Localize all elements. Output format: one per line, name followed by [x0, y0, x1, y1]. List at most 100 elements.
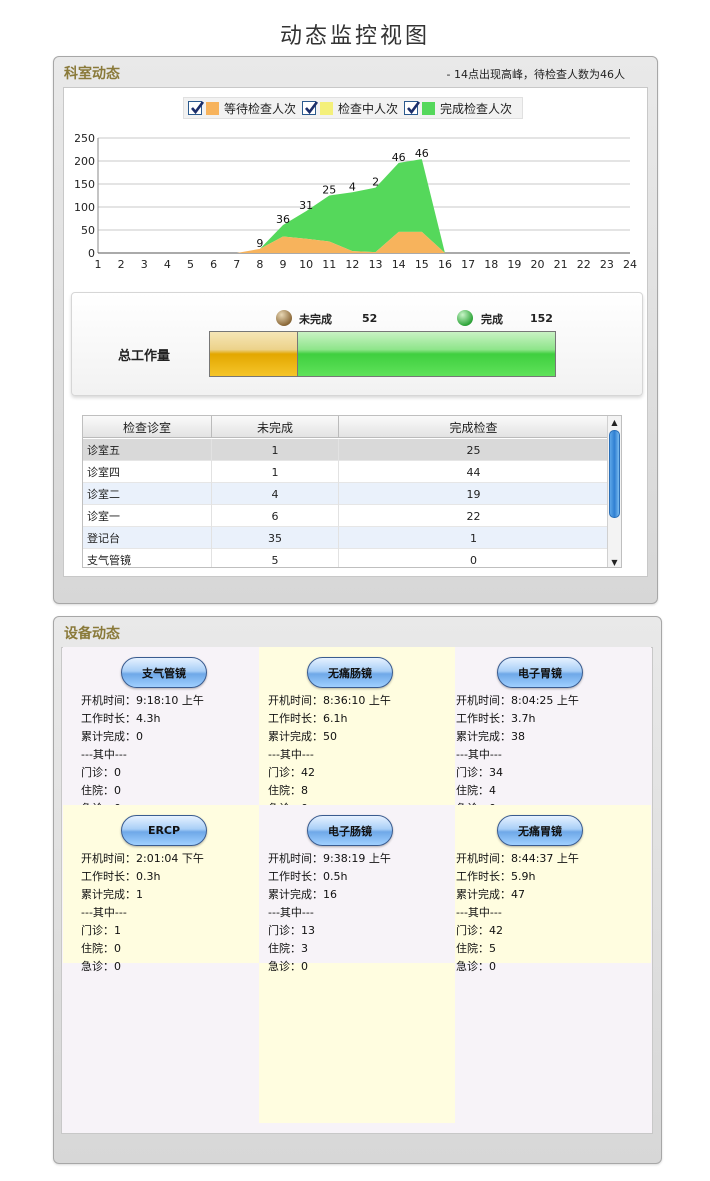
x-tick-label: 2 — [118, 258, 125, 271]
legend-swatch — [422, 101, 436, 115]
work-duration: 工作时长：5.9h — [456, 870, 536, 883]
complete-value: 152 — [530, 312, 553, 325]
y-tick-label: 250 — [75, 132, 95, 145]
scroll-down-arrow-icon[interactable]: ▼ — [608, 556, 621, 567]
device-button[interactable]: 无痛胃镜 — [497, 815, 583, 846]
table-scrollbar[interactable]: ▲ ▼ — [607, 416, 621, 567]
table-row[interactable]: 诊室一 6 22 — [83, 505, 609, 527]
device-button[interactable]: 支气管镜 — [121, 657, 207, 688]
dept-panel-footer — [54, 585, 657, 603]
cell-completed: 1 — [339, 527, 609, 549]
table-header: 检查诊室 未完成 完成检查 — [83, 416, 609, 438]
device-panel-header: 设备动态 — [54, 617, 661, 647]
x-tick-label: 8 — [256, 258, 263, 271]
legend-swatch — [206, 101, 219, 115]
device-card: 无痛胃镜 开机时间：8:44:37 上午 工作时长：5.9h 累计完成：47 -… — [455, 805, 651, 973]
chart-legend: 等待检查人次 检查中人次 完成检查人次 — [183, 97, 524, 119]
device-card: ERCP 开机时间：2:01:04 下午 工作时长：0.3h 累计完成：1 --… — [63, 805, 259, 973]
dept-panel-title: 科室动态 — [64, 66, 120, 82]
total-completed: 累计完成：38 — [456, 730, 525, 743]
incomplete-indicator-icon — [276, 310, 292, 326]
dept-panel-header: 科室动态 - 14点出现高峰，待检查人数为46人 — [54, 57, 657, 87]
legend-item-waiting[interactable]: 等待检查人次 — [188, 100, 296, 117]
data-label: 46 — [392, 151, 406, 164]
device-button[interactable]: 电子肠镜 — [307, 815, 393, 846]
emergency-count: 急诊：0 — [456, 960, 496, 973]
device-grid: 支气管镜 开机时间：9:18:10 上午 工作时长：4.3h 累计完成：0 --… — [63, 647, 651, 1123]
device-card: 支气管镜 开机时间：9:18:10 上午 工作时长：4.3h 累计完成：0 --… — [63, 647, 259, 815]
cell-incomplete: 4 — [212, 483, 339, 505]
x-tick-label: 5 — [187, 258, 194, 271]
cell-room: 诊室四 — [83, 461, 212, 483]
complete-indicator-icon — [457, 310, 473, 326]
device-panel-title: 设备动态 — [64, 626, 120, 642]
start-time: 开机时间：9:38:19 上午 — [268, 852, 391, 865]
cell-room: 支气管镜 — [83, 549, 212, 567]
page-title: 动态监控视图 — [279, 24, 430, 49]
column-header-incomplete[interactable]: 未完成 — [212, 416, 339, 438]
legend-item-completed[interactable]: 完成检查人次 — [404, 100, 512, 117]
x-tick-label: 1 — [95, 258, 102, 271]
x-tick-label: 17 — [461, 258, 475, 271]
data-label: 46 — [415, 147, 429, 160]
x-tick-label: 3 — [141, 258, 148, 271]
cell-completed: 22 — [339, 505, 609, 527]
cell-room: 诊室二 — [83, 483, 212, 505]
inpatient-count: 住院：8 — [268, 784, 308, 797]
x-tick-label: 15 — [415, 258, 429, 271]
column-header-completed[interactable]: 完成检查 — [339, 416, 609, 438]
outpatient-count: 门诊：13 — [268, 924, 315, 937]
workload-bar-complete — [297, 332, 555, 376]
table-row[interactable]: 支气管镜 5 0 — [83, 549, 609, 567]
breakdown-separator: ---其中--- — [268, 748, 314, 761]
start-time: 开机时间：8:04:25 上午 — [456, 694, 579, 707]
scrollbar-thumb[interactable] — [609, 430, 620, 518]
checkbox-icon[interactable] — [404, 101, 421, 115]
total-completed: 累计完成：0 — [81, 730, 143, 743]
work-duration: 工作时长：0.5h — [268, 870, 348, 883]
breakdown-separator: ---其中--- — [81, 748, 127, 761]
cell-completed: 25 — [339, 439, 609, 461]
outpatient-count: 门诊：0 — [81, 766, 121, 779]
x-tick-label: 4 — [164, 258, 171, 271]
device-stats: 开机时间：2:01:04 下午 工作时长：0.3h 累计完成：1 ---其中--… — [81, 850, 204, 976]
device-button[interactable]: 无痛肠镜 — [307, 657, 393, 688]
table-row[interactable]: 诊室四 1 44 — [83, 461, 609, 483]
x-tick-label: 7 — [233, 258, 240, 271]
legend-item-in-progress[interactable]: 检查中人次 — [302, 100, 398, 117]
inpatient-count: 住院：3 — [268, 942, 308, 955]
complete-label: 完成 — [481, 313, 503, 326]
peak-note: - 14点出现高峰，待检查人数为46人 — [446, 68, 625, 81]
incomplete-value: 52 — [362, 312, 378, 325]
x-tick-label: 9 — [280, 258, 287, 271]
table-row[interactable]: 登记台 35 1 — [83, 527, 609, 549]
legend-label: 完成检查人次 — [440, 101, 513, 116]
device-button[interactable]: ERCP — [121, 815, 207, 846]
work-duration: 工作时长：0.3h — [81, 870, 161, 883]
emergency-count: 急诊：0 — [268, 960, 308, 973]
area-series-2 — [98, 159, 630, 253]
checkbox-icon[interactable] — [188, 101, 205, 115]
total-completed: 累计完成：47 — [456, 888, 525, 901]
scroll-up-arrow-icon[interactable]: ▲ — [608, 416, 621, 429]
cell-room: 诊室五 — [83, 439, 212, 461]
y-tick-label: 150 — [75, 178, 95, 191]
cell-incomplete: 35 — [212, 527, 339, 549]
device-button[interactable]: 电子胃镜 — [497, 657, 583, 688]
table-row[interactable]: 诊室五 1 25 — [83, 439, 609, 461]
total-completed: 累计完成：1 — [81, 888, 143, 901]
y-tick-label: 50 — [81, 224, 95, 237]
table-row[interactable]: 诊室二 4 19 — [83, 483, 609, 505]
outpatient-count: 门诊：42 — [268, 766, 315, 779]
start-time: 开机时间：8:36:10 上午 — [268, 694, 391, 707]
device-stats: 开机时间：8:44:37 上午 工作时长：5.9h 累计完成：47 ---其中-… — [456, 850, 579, 976]
x-tick-label: 19 — [507, 258, 521, 271]
device-stats: 开机时间：8:04:25 上午 工作时长：3.7h 累计完成：38 ---其中-… — [456, 692, 579, 818]
breakdown-separator: ---其中--- — [456, 748, 502, 761]
cell-completed: 44 — [339, 461, 609, 483]
column-header-room[interactable]: 检查诊室 — [83, 416, 212, 438]
legend-swatch — [320, 101, 334, 115]
x-tick-label: 16 — [438, 258, 452, 271]
checkbox-icon[interactable] — [302, 101, 319, 115]
workload-bar-incomplete — [210, 332, 298, 376]
